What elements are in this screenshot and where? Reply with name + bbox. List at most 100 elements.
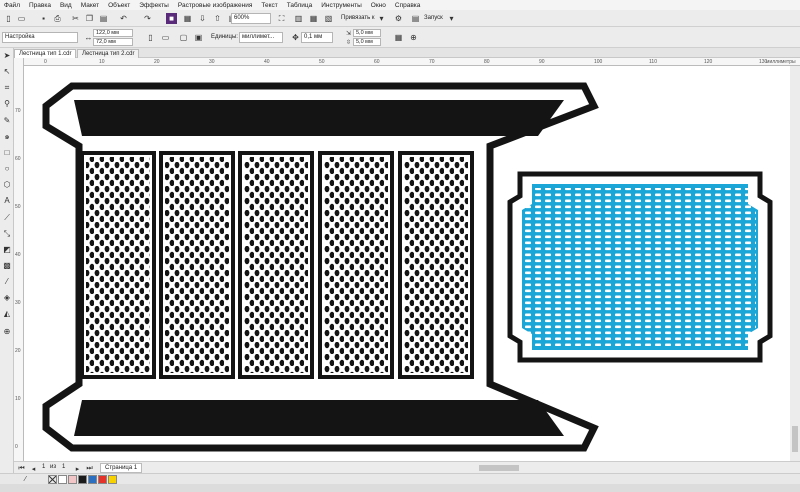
corel-connect-icon[interactable]: ■ [166,13,177,24]
all-pages-icon[interactable]: ▢ [178,32,189,43]
tab-document-1[interactable]: Лестница тип 1.cdr [14,49,77,58]
new-document-icon[interactable]: ▯ [3,13,14,24]
horizontal-scroll-thumb[interactable] [479,465,519,471]
application-launcher-icon[interactable]: ▤ [410,13,421,24]
vertical-ruler[interactable]: 70 60 50 40 30 20 10 0 [14,58,24,462]
snap-to-dropdown[interactable]: Привязать к [341,14,375,23]
page-height-field[interactable]: 72,0 мм [93,38,133,46]
menu-view[interactable]: Вид [60,2,72,9]
step-panel[interactable] [318,151,394,379]
show-rulers-icon[interactable]: ▥ [293,13,304,24]
zoom-level-field[interactable]: 600% [231,13,271,24]
copy-icon[interactable]: ❐ [84,13,95,24]
step-panel[interactable] [80,151,156,379]
document-tabs: Лестница тип 1.cdr Лестница тип 2.cdr [0,48,800,58]
menu-table[interactable]: Таблица [287,2,313,9]
preset-dropdown[interactable]: Настройка [2,32,78,43]
undo-icon[interactable]: ↶ [118,13,129,24]
pick-tool-icon[interactable]: ➤ [2,51,12,61]
page-tab[interactable]: Страница 1 [100,463,143,473]
open-folder-icon[interactable]: ▭ [16,13,27,24]
ruler-unit-label: миллиметры [766,59,796,65]
palette-swatch[interactable] [88,475,97,484]
rectangle-tool-icon[interactable]: □ [2,148,12,158]
full-screen-icon[interactable]: ⛶ [276,13,287,24]
platform-panel[interactable] [507,171,773,363]
export-icon[interactable]: ⇧ [212,13,223,24]
tab-document-2[interactable]: Лестница тип 2.cdr [77,49,140,58]
chevron-down-icon[interactable]: ▾ [376,13,387,24]
current-page-icon[interactable]: ▣ [193,32,204,43]
paste-icon[interactable]: ▤ [98,13,109,24]
nudge-distance-field[interactable]: 0,1 мм [301,32,333,43]
import-icon[interactable]: ⇩ [197,13,208,24]
palette-swatch[interactable] [68,475,77,484]
ruler-h-label: 0 [44,59,47,65]
horizontal-ruler[interactable]: 0 10 20 30 40 50 60 70 80 90 100 110 120… [24,58,800,66]
drop-shadow-icon[interactable]: ◩ [2,245,12,255]
add-tool-icon[interactable]: ⊕ [2,327,12,337]
cut-icon[interactable]: ✂ [70,13,81,24]
eyedropper-tool-icon[interactable]: ⁄ [2,277,12,287]
scroll-thumb[interactable] [792,426,798,452]
text-tool-icon[interactable]: A [2,196,12,206]
zoom-tool-icon[interactable]: ⚲ [2,99,12,109]
treat-as-filled-icon[interactable]: ▦ [393,32,404,43]
duplicate-y-field[interactable]: 5,0 мм [353,38,381,46]
menu-window[interactable]: Окно [371,2,386,9]
show-guides-icon[interactable]: ▧ [323,13,334,24]
shape-tool-icon[interactable]: ↖ [2,67,12,77]
vertical-scrollbar[interactable] [790,66,800,461]
transparency-tool-icon[interactable]: ▩ [2,261,12,271]
portrait-icon[interactable]: ▯ [145,32,156,43]
menu-text[interactable]: Текст [261,2,277,9]
step-panel[interactable] [238,151,314,379]
menu-file[interactable]: Файл [4,2,20,9]
coreldraw-window: Файл Правка Вид Макет Объект Эффекты Рас… [0,0,800,492]
units-dropdown[interactable]: миллимет... [239,32,283,43]
menu-tools[interactable]: Инструменты [321,2,362,9]
ruler-v-label: 20 [15,348,21,354]
top-rail[interactable] [74,100,564,136]
menu-effects[interactable]: Эффекты [139,2,169,9]
interactive-fill-icon[interactable]: ◈ [2,293,12,303]
connector-tool-icon[interactable]: ⤡ [2,229,12,239]
menu-bitmaps[interactable]: Растровые изображения [178,2,253,9]
palette-swatch[interactable] [58,475,67,484]
show-grid-icon[interactable]: ▦ [308,13,319,24]
parallel-dimension-icon[interactable]: ⟋ [2,213,12,223]
ruler-v-label: 50 [15,204,21,210]
crop-tool-icon[interactable]: ⌗ [2,83,12,93]
menu-edit[interactable]: Правка [29,2,51,9]
redo-icon[interactable]: ↷ [142,13,153,24]
ellipse-tool-icon[interactable]: ○ [2,164,12,174]
chevron-down-icon[interactable]: ▾ [446,13,457,24]
ruler-h-label: 100 [594,59,603,65]
launch-dropdown[interactable]: Запуск [424,14,443,23]
duplicate-x-field[interactable]: 5,0 мм [353,29,381,37]
menu-layout[interactable]: Макет [81,2,99,9]
palette-swatch[interactable] [108,475,117,484]
drawing-canvas[interactable] [24,66,790,461]
menu-help[interactable]: Справка [395,2,421,9]
ruler-h-label: 110 [649,59,657,65]
landscape-icon[interactable]: ▭ [160,32,171,43]
polygon-tool-icon[interactable]: ⬡ [2,180,12,190]
search-content-icon[interactable]: ▦ [182,13,193,24]
menu-object[interactable]: Объект [108,2,130,9]
ruler-v-label: 10 [15,396,21,402]
page-width-field[interactable]: 122,0 мм [93,29,133,37]
palette-swatch[interactable] [78,475,87,484]
smart-fill-icon[interactable]: ◭ [2,309,12,319]
bottom-rail[interactable] [74,400,564,436]
save-icon[interactable]: ▪ [38,13,49,24]
quick-customize-icon[interactable]: ⊕ [408,32,419,43]
print-icon[interactable]: ⎙ [52,13,63,24]
step-panel[interactable] [398,151,474,379]
no-fill-swatch[interactable] [48,475,57,484]
options-gear-icon[interactable]: ⚙ [393,13,404,24]
freehand-tool-icon[interactable]: ✎ [2,116,12,126]
palette-swatch[interactable] [98,475,107,484]
artistic-media-icon[interactable]: ๑ [2,132,12,142]
step-panel[interactable] [159,151,235,379]
